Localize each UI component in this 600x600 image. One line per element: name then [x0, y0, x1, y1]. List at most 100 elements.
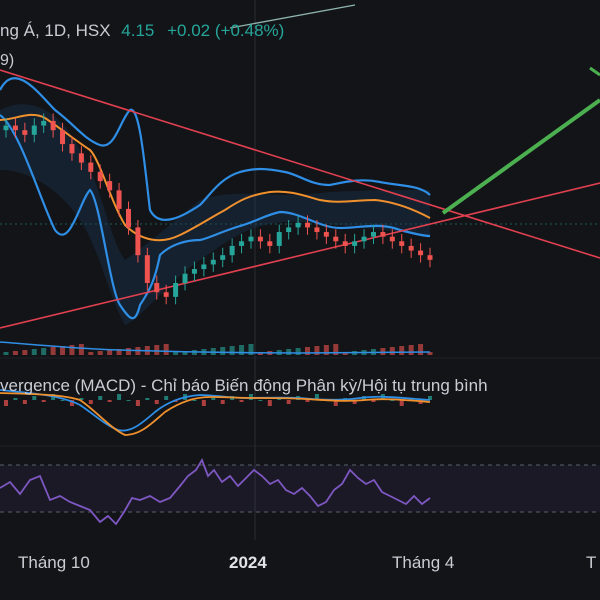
volume-bar [22, 350, 28, 355]
volume-bar [88, 352, 94, 355]
candle-body [257, 236, 263, 242]
projection-arrow [441, 98, 600, 215]
candle-body [267, 241, 273, 246]
candle-body [342, 241, 348, 246]
volume-bar [78, 344, 84, 355]
volume-bar [418, 344, 424, 355]
volume-bar [210, 348, 216, 355]
volume-bar [3, 352, 9, 355]
price-change: +0.02 (+0.48%) [167, 21, 285, 40]
candle-body [418, 250, 424, 256]
candle-body [125, 208, 131, 228]
volume-bar [314, 346, 320, 355]
volume-bar [69, 345, 75, 355]
volume-bar [286, 349, 292, 355]
candle-body [163, 292, 169, 297]
volume-bar [389, 347, 395, 355]
macd-histogram-bar [60, 400, 65, 401]
candle-body [12, 125, 18, 131]
candle-body [248, 236, 254, 242]
macd-panel-title: vergence (MACD) - Chỉ báo Biến động Phân… [0, 376, 488, 395]
macd-histogram-bar [154, 400, 159, 404]
candle-body [427, 255, 433, 260]
volume-bar [125, 348, 131, 355]
volume-bar [50, 347, 56, 355]
volume-bar [107, 350, 113, 355]
macd-histogram-bar [145, 398, 150, 400]
x-axis-label-oct: Tháng 10 [18, 553, 90, 572]
candle-body [60, 130, 66, 145]
candle-body [323, 232, 329, 237]
candle-body [352, 241, 358, 246]
macd-histogram-bar [88, 400, 93, 404]
candle-body [144, 255, 150, 283]
volume-bar [154, 345, 160, 355]
volume-bar [229, 346, 235, 355]
candle-body [22, 130, 28, 135]
candle-body [3, 125, 9, 131]
candle-body [220, 255, 226, 260]
macd-histogram-bar [4, 400, 8, 406]
candle-body [210, 259, 216, 265]
macd-histogram-bar [135, 400, 140, 406]
candle-body [361, 236, 367, 242]
macd-histogram-bar [192, 400, 197, 401]
volume-bar [12, 351, 18, 355]
symbol-label: ng Á, 1D, HSX [0, 21, 111, 40]
macd-histogram-bar [201, 400, 206, 406]
last-price: 4.15 [121, 21, 155, 40]
macd-histogram-bar [41, 400, 46, 402]
volume-bar [41, 348, 47, 355]
x-axis-label-next: T [586, 553, 597, 572]
chart-canvas [0, 0, 600, 540]
candle-body [191, 269, 197, 274]
candle-body [389, 236, 395, 242]
candle-body [408, 245, 414, 251]
macd-histogram-bar [22, 400, 27, 404]
candle-body [107, 181, 113, 191]
volume-bar [380, 348, 386, 355]
candle-body [116, 190, 122, 209]
macd-histogram-bar [258, 400, 263, 401]
candle-body [370, 232, 376, 237]
volume-bar [239, 345, 245, 355]
candle-body [173, 282, 179, 297]
x-axis-label-2024: 2024 [229, 553, 267, 572]
volume-series [3, 344, 433, 355]
volume-bar [97, 351, 103, 355]
macd-histogram-bar [98, 396, 103, 400]
macd-histogram-bar [305, 400, 310, 402]
candle-body [31, 125, 37, 135]
volume-bar [399, 346, 405, 355]
indicator-legend: 9) [0, 52, 15, 69]
candle-body [88, 162, 94, 172]
candle-body [41, 120, 47, 126]
volume-bar [295, 348, 301, 355]
candle-body [380, 232, 386, 237]
volume-bar [173, 352, 179, 355]
candle-body [154, 282, 160, 293]
candle-body [314, 227, 320, 233]
candle-body [135, 227, 141, 256]
candle-body [286, 227, 292, 233]
candle-body [229, 245, 235, 256]
candle-body [239, 241, 245, 246]
candle-body [333, 236, 339, 242]
candle-body [201, 264, 207, 270]
candle-body [182, 273, 188, 283]
candle-body [69, 144, 75, 154]
macd-histogram-bar [286, 400, 291, 404]
macd-histogram-bar [13, 398, 18, 400]
macd-histogram-bar [32, 396, 37, 400]
projection-arrow-tail [589, 66, 600, 77]
volume-bar [305, 347, 311, 355]
macd-histogram-bar [107, 400, 112, 402]
chart-header: ng Á, 1D, HSX 4.15 +0.02 (+0.48%) [0, 21, 284, 41]
x-axis-label-apr: Tháng 4 [392, 553, 455, 572]
candle-body [50, 120, 56, 131]
candle-body [295, 222, 301, 228]
macd-histogram-bar [239, 400, 244, 402]
candle-body [78, 153, 84, 163]
candle-body [97, 171, 103, 182]
macd-histogram-bar [220, 400, 225, 404]
